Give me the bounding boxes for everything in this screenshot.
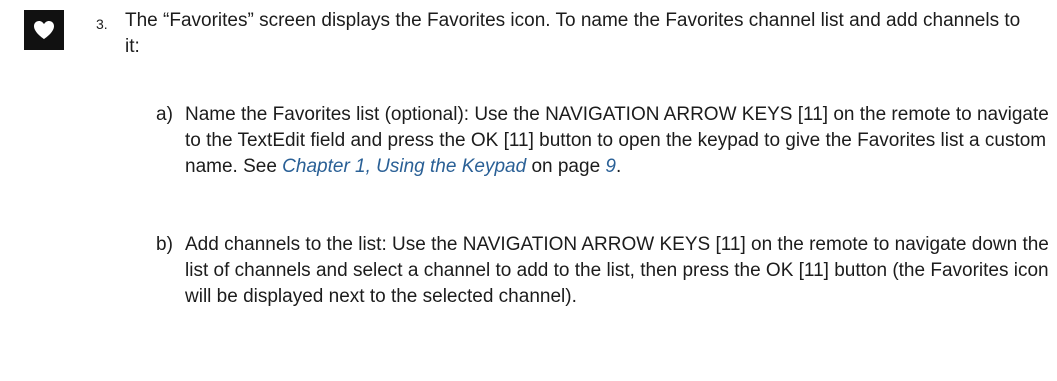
substep-text-after: . — [616, 156, 622, 177]
document-page: { "icon": {"name": "heart-icon", "backgr… — [0, 0, 1057, 381]
substep-label: a) — [156, 104, 173, 125]
page-link[interactable]: 9 — [605, 156, 616, 177]
substep-text-middle: on page — [526, 156, 606, 177]
substep-text: Name the Favorites list (optional): Use … — [185, 102, 1055, 180]
substep-label: b) — [156, 234, 173, 255]
chapter-link[interactable]: Chapter 1, Using the Keypad — [282, 156, 526, 177]
step-text: The “Favorites” screen displays the Favo… — [125, 10, 1021, 57]
step-number: 3. — [96, 16, 108, 32]
heart-icon — [34, 21, 54, 39]
favorites-icon-box — [24, 10, 64, 50]
substep-text: Add channels to the list: Use the NAVIGA… — [185, 234, 1049, 307]
